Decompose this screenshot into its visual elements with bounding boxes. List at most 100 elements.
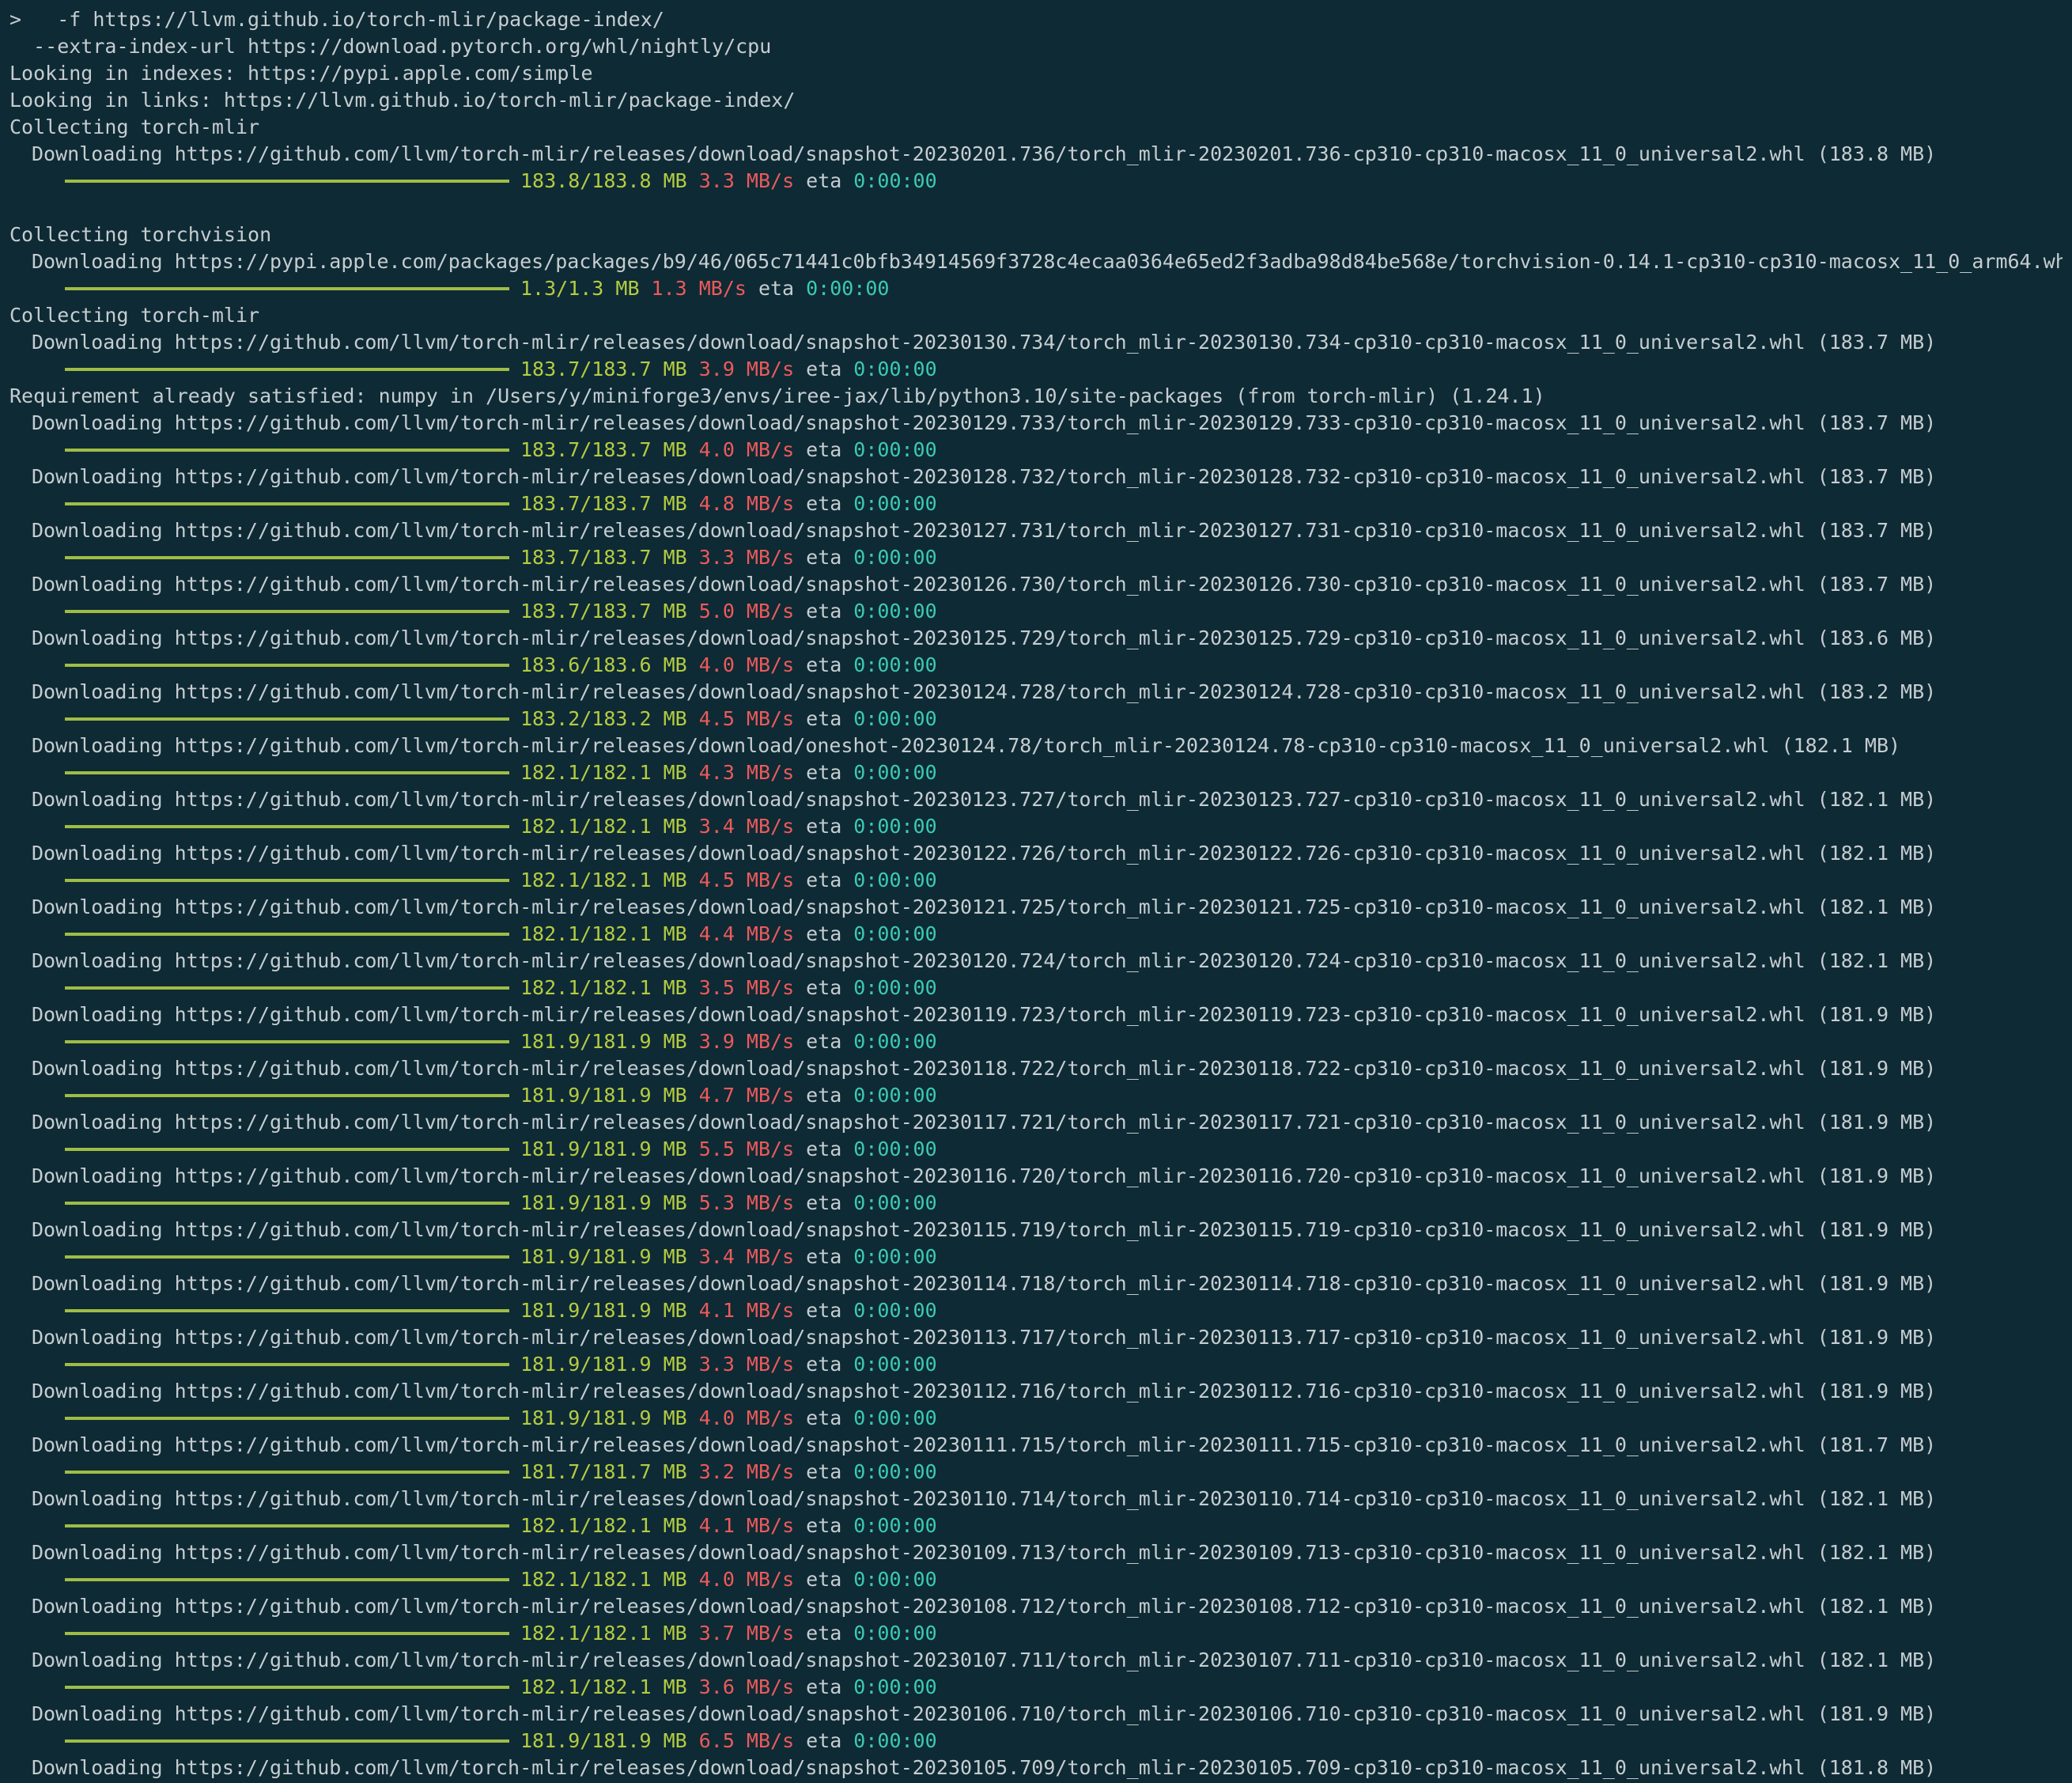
progress-row: 182.1/182.1 MB 3.4 MB/s eta 0:00:00 — [9, 813, 2063, 840]
progress-size: 183.7/183.7 MB — [520, 492, 687, 515]
eta-label: eta — [806, 600, 842, 623]
eta-label: eta — [806, 169, 842, 192]
progress-size: 183.6/183.6 MB — [520, 653, 687, 676]
download-speed: 4.8 MB/s — [698, 492, 795, 515]
progress-bar-fill — [65, 771, 509, 774]
progress-row: 183.8/183.8 MB 3.3 MB/s eta 0:00:00 — [9, 168, 2063, 195]
progress-bar-fill — [65, 664, 509, 667]
download-speed: 3.5 MB/s — [698, 976, 795, 999]
terminal-window[interactable]: > -f https://llvm.github.io/torch-mlir/p… — [0, 0, 2072, 1783]
progress-bar-fill — [65, 1363, 509, 1366]
eta-label: eta — [758, 277, 795, 300]
progress-bar — [65, 1417, 509, 1420]
progress-row: 181.9/181.9 MB 4.0 MB/s eta 0:00:00 — [9, 1405, 2063, 1432]
progress-size: 183.8/183.8 MB — [520, 169, 687, 192]
progress-row: 182.1/182.1 MB 3.5 MB/s eta 0:00:00 — [9, 975, 2063, 1001]
progress-row: 181.9/181.9 MB 4.1 MB/s eta 0:00:00 — [9, 1297, 2063, 1324]
progress-size: 183.7/183.7 MB — [520, 358, 687, 380]
eta-value: 0:00:00 — [853, 358, 937, 380]
download-speed: 4.0 MB/s — [698, 653, 795, 676]
progress-bar — [65, 1632, 509, 1635]
progress-bar-fill — [65, 556, 509, 559]
eta-value: 0:00:00 — [853, 1460, 937, 1483]
progress-bar — [65, 1578, 509, 1581]
progress-bar-fill — [65, 1309, 509, 1312]
eta-label: eta — [806, 653, 842, 676]
download-url-line: Downloading https://github.com/llvm/torc… — [32, 1541, 1937, 1564]
progress-size: 182.1/182.1 MB — [520, 1514, 687, 1537]
progress-row: 1.3/1.3 MB 1.3 MB/s eta 0:00:00 — [9, 275, 2063, 302]
eta-label: eta — [806, 1353, 842, 1376]
progress-row: 183.7/183.7 MB 3.3 MB/s eta 0:00:00 — [9, 544, 2063, 571]
download-speed: 4.7 MB/s — [698, 1084, 795, 1107]
download-speed: 4.4 MB/s — [698, 922, 795, 945]
eta-label: eta — [806, 976, 842, 999]
download-speed: 4.5 MB/s — [698, 869, 795, 891]
download-speed: 3.3 MB/s — [698, 1353, 795, 1376]
eta-label: eta — [806, 815, 842, 838]
eta-label: eta — [806, 1729, 842, 1752]
eta-label: eta — [806, 438, 842, 461]
eta-label: eta — [806, 1299, 842, 1322]
eta-value: 0:00:00 — [853, 1568, 937, 1591]
eta-value: 0:00:00 — [853, 1299, 937, 1322]
progress-bar-fill — [65, 368, 509, 371]
download-url-line: Downloading https://github.com/llvm/torc… — [32, 465, 1937, 488]
eta-value: 0:00:00 — [853, 1245, 937, 1268]
download-url-line: Downloading https://github.com/llvm/torc… — [32, 627, 1937, 649]
status-line: Collecting torch-mlir — [9, 304, 260, 327]
download-url-line: Downloading https://github.com/llvm/torc… — [32, 680, 1937, 703]
progress-bar — [65, 1363, 509, 1366]
progress-bar-fill — [65, 1040, 509, 1043]
progress-row: 181.9/181.9 MB 3.3 MB/s eta 0:00:00 — [9, 1351, 2063, 1378]
progress-row: 181.9/181.9 MB 3.9 MB/s eta 0:00:00 — [9, 1028, 2063, 1055]
eta-value: 0:00:00 — [853, 761, 937, 784]
status-line: Collecting torchvision — [9, 223, 272, 246]
progress-bar-fill — [65, 1255, 509, 1259]
download-url-line: Downloading https://github.com/llvm/torc… — [32, 1272, 1937, 1295]
progress-bar — [65, 556, 509, 559]
download-url-line: Downloading https://github.com/llvm/torc… — [32, 1487, 1937, 1510]
download-speed: 5.3 MB/s — [698, 1191, 795, 1214]
download-log: Collecting torch-mlir Downloading https:/… — [9, 114, 2063, 1783]
progress-size: 182.1/182.1 MB — [520, 922, 687, 945]
progress-size: 182.1/182.1 MB — [520, 761, 687, 784]
progress-size: 181.9/181.9 MB — [520, 1353, 687, 1376]
eta-value: 0:00:00 — [853, 976, 937, 999]
progress-size: 181.9/181.9 MB — [520, 1084, 687, 1107]
download-speed: 4.0 MB/s — [698, 438, 795, 461]
eta-label: eta — [806, 1460, 842, 1483]
progress-row: 182.1/182.1 MB 4.3 MB/s eta 0:00:00 — [9, 759, 2063, 786]
progress-bar — [65, 180, 509, 183]
download-url-line: Downloading https://github.com/llvm/torc… — [32, 1164, 1937, 1187]
progress-bar — [65, 1094, 509, 1097]
download-speed: 3.4 MB/s — [698, 815, 795, 838]
progress-row: 183.7/183.7 MB 3.9 MB/s eta 0:00:00 — [9, 356, 2063, 383]
progress-row: 181.9/181.9 MB 6.5 MB/s eta 0:00:00 — [9, 1728, 2063, 1755]
download-url-line: Downloading https://github.com/llvm/torc… — [32, 1756, 1937, 1779]
progress-bar — [65, 610, 509, 613]
status-line: Collecting torch-mlir — [9, 115, 260, 138]
progress-row: 182.1/182.1 MB 4.0 MB/s eta 0:00:00 — [9, 1566, 2063, 1593]
download-speed: 4.5 MB/s — [698, 707, 795, 730]
download-speed: 4.1 MB/s — [698, 1299, 795, 1322]
download-url-line: Downloading https://github.com/llvm/torc… — [32, 895, 1937, 918]
eta-value: 0:00:00 — [853, 600, 937, 623]
progress-row: 182.1/182.1 MB 3.6 MB/s eta 0:00:00 — [9, 1674, 2063, 1701]
progress-bar-fill — [65, 1148, 509, 1151]
progress-bar — [65, 449, 509, 452]
download-url-line: Downloading https://github.com/llvm/torc… — [32, 1057, 1937, 1080]
download-speed: 3.3 MB/s — [698, 546, 795, 569]
eta-label: eta — [806, 546, 842, 569]
eta-label: eta — [806, 1084, 842, 1107]
progress-size: 183.7/183.7 MB — [520, 600, 687, 623]
eta-label: eta — [806, 707, 842, 730]
eta-label: eta — [806, 1622, 842, 1645]
progress-size: 183.7/183.7 MB — [520, 546, 687, 569]
progress-size: 182.1/182.1 MB — [520, 1568, 687, 1591]
progress-bar — [65, 1202, 509, 1205]
download-url-line: Downloading https://github.com/llvm/torc… — [32, 519, 1937, 542]
eta-value: 0:00:00 — [853, 815, 937, 838]
progress-bar — [65, 664, 509, 667]
